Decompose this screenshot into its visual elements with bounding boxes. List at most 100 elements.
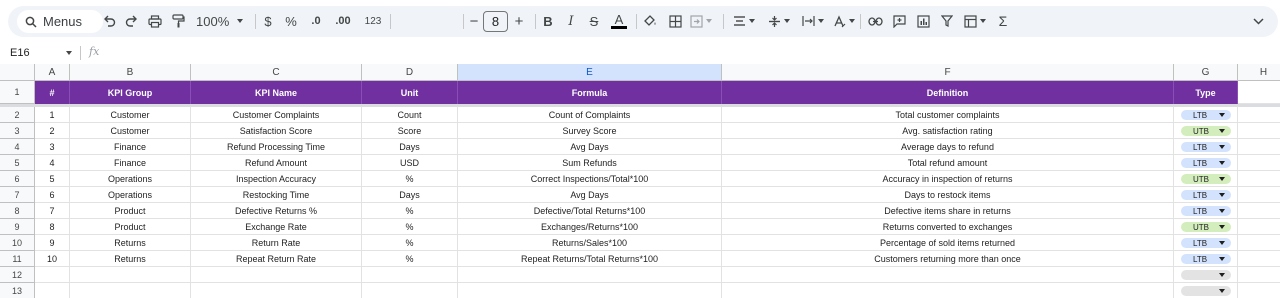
row-header[interactable]: 12 [0,267,35,283]
type-dropdown-chip[interactable]: LTB [1181,158,1231,168]
row-header[interactable]: 1 [0,81,35,104]
row-header[interactable]: 11 [0,251,35,267]
table-cell[interactable]: Count of Complaints [458,107,722,123]
table-cell[interactable]: 9 [35,235,70,251]
table-cell[interactable]: Inspection Accuracy [191,171,362,187]
table-cell[interactable]: Operations [70,187,191,203]
table-cell[interactable]: Repeat Return Rate [191,251,362,267]
table-cell[interactable]: 2 [35,123,70,139]
table-cell[interactable]: Finance [70,155,191,171]
row-header[interactable]: 5 [0,155,35,171]
table-cell[interactable]: Satisfaction Score [191,123,362,139]
merge-cells-icon[interactable] [690,11,712,31]
cell[interactable] [1238,267,1280,283]
paint-format-icon[interactable] [170,11,186,31]
type-dropdown-chip[interactable]: LTB [1181,254,1231,264]
type-dropdown-chip[interactable]: UTB [1181,222,1231,232]
table-cell[interactable]: Return Rate [191,235,362,251]
spreadsheet-grid[interactable]: A B C D E F G H 1 # KPI Group KPI Name Unit Formula De… [0,64,1280,298]
type-dropdown-chip[interactable]: LTB [1181,110,1231,120]
zoom-select[interactable]: 100% [196,11,244,31]
row-header[interactable]: 8 [0,203,35,219]
table-cell[interactable] [722,267,1174,283]
name-box[interactable]: E16 [0,43,80,63]
table-cell[interactable] [458,267,722,283]
table-cell[interactable]: Avg Days [458,139,722,155]
collapse-toolbar-icon[interactable] [1250,11,1266,31]
more-formats-button[interactable]: 123 [362,11,384,31]
row-header[interactable]: 2 [0,107,35,123]
print-icon[interactable] [147,11,163,31]
table-cell[interactable]: Customer [70,107,191,123]
header-cell[interactable]: Definition [722,81,1174,104]
cell[interactable] [1238,219,1280,235]
table-cell[interactable]: Days [362,187,458,203]
column-header-e[interactable]: E [458,64,722,81]
table-cell[interactable] [191,267,362,283]
increase-decimal-button[interactable]: .00 [332,11,354,31]
table-cell[interactable]: % [362,251,458,267]
header-cell[interactable]: KPI Group [70,81,191,104]
column-header-g[interactable]: G [1174,64,1238,81]
borders-icon[interactable] [667,11,683,31]
table-cell[interactable]: Exchange Rate [191,219,362,235]
type-dropdown-chip[interactable]: LTB [1181,142,1231,152]
vertical-align-icon[interactable] [766,11,792,31]
insert-link-icon[interactable] [866,11,884,31]
column-header-d[interactable]: D [362,64,458,81]
decrease-decimal-button[interactable]: .0 [307,11,325,31]
table-cell[interactable]: Defective Returns % [191,203,362,219]
table-cell[interactable]: 8 [35,219,70,235]
table-cell[interactable]: Correct Inspections/Total*100 [458,171,722,187]
cell[interactable] [1238,251,1280,267]
column-header-h[interactable]: H [1238,64,1280,81]
cell[interactable] [1238,81,1280,104]
table-cell[interactable]: Percentage of sold items returned [722,235,1174,251]
header-cell[interactable]: Type [1174,81,1238,104]
table-cell[interactable]: Repeat Returns/Total Returns*100 [458,251,722,267]
table-cell[interactable]: % [362,171,458,187]
text-color-button[interactable]: A [610,11,628,31]
table-cell[interactable]: 7 [35,203,70,219]
type-dropdown-chip[interactable]: UTB [1181,126,1231,136]
cell[interactable] [1238,123,1280,139]
table-cell[interactable]: Refund Amount [191,155,362,171]
row-header[interactable]: 13 [0,283,35,298]
header-cell[interactable]: Unit [362,81,458,104]
font-size-input[interactable]: 8 [483,11,508,32]
cell[interactable] [1238,139,1280,155]
column-header-a[interactable]: A [35,64,70,81]
table-cell[interactable]: % [362,203,458,219]
table-cell[interactable] [70,267,191,283]
table-cell[interactable]: USD [362,155,458,171]
filter-views-icon[interactable] [962,11,988,31]
table-cell[interactable]: % [362,219,458,235]
table-cell[interactable]: Returns [70,251,191,267]
row-header[interactable]: 10 [0,235,35,251]
bold-button[interactable]: B [542,11,554,31]
horizontal-align-icon[interactable] [731,11,757,31]
type-dropdown-chip[interactable] [1181,270,1231,280]
select-all-corner[interactable] [0,64,35,81]
italic-button[interactable]: I [565,11,577,31]
column-header-f[interactable]: F [722,64,1174,81]
table-cell[interactable]: Returns converted to exchanges [722,219,1174,235]
column-header-b[interactable]: B [70,64,191,81]
row-header[interactable]: 3 [0,123,35,139]
type-dropdown-chip[interactable]: LTB [1181,238,1231,248]
menus-search[interactable]: Menus [17,10,103,33]
table-cell[interactable]: Avg. satisfaction rating [722,123,1174,139]
cell[interactable] [1238,203,1280,219]
table-cell[interactable] [35,267,70,283]
table-cell[interactable]: Returns [70,235,191,251]
table-cell[interactable]: Customer Complaints [191,107,362,123]
table-cell[interactable]: 10 [35,251,70,267]
header-cell[interactable]: # [35,81,70,104]
redo-icon[interactable] [123,11,139,31]
table-cell[interactable]: Days to restock items [722,187,1174,203]
cell[interactable] [1238,187,1280,203]
table-cell[interactable]: Average days to refund [722,139,1174,155]
table-cell[interactable]: 3 [35,139,70,155]
cell[interactable] [1238,155,1280,171]
table-cell[interactable] [35,283,70,298]
